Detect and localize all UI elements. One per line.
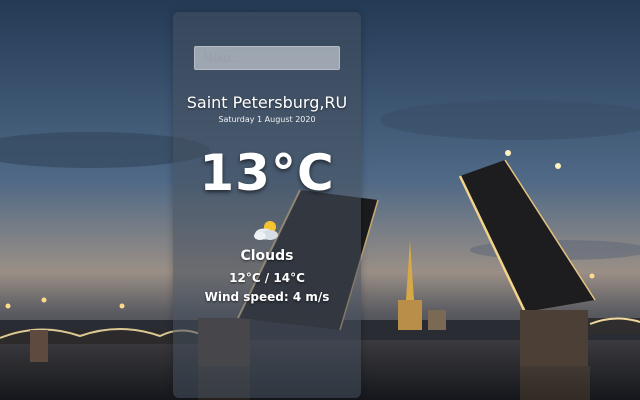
city-search-input[interactable] bbox=[194, 46, 340, 70]
temperature-value: 13°C bbox=[199, 144, 335, 202]
weather-description: Clouds bbox=[240, 248, 294, 264]
wind-speed: Wind speed: 4 m/s bbox=[204, 290, 330, 304]
partly-cloudy-icon bbox=[254, 221, 278, 240]
weather-card: Saint Petersburg,RU Saturday 1 August 20… bbox=[173, 12, 361, 398]
city-name: Saint Petersburg,RU bbox=[186, 93, 348, 112]
temperature-range: 12°C / 14°C bbox=[229, 271, 305, 285]
date-label: Saturday 1 August 2020 bbox=[218, 115, 316, 124]
